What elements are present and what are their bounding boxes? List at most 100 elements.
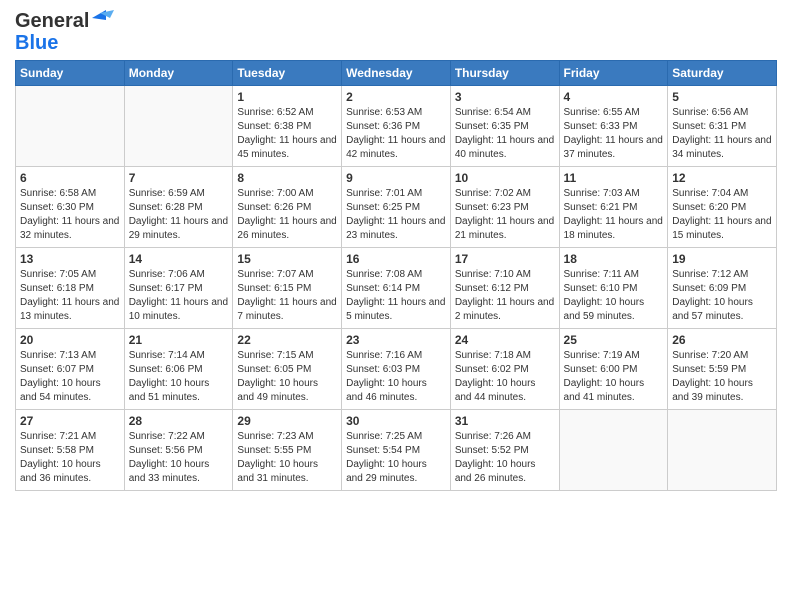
- day-cell: 11 Sunrise: 7:03 AMSunset: 6:21 PMDayligh…: [559, 167, 668, 248]
- day-cell: 6 Sunrise: 6:58 AMSunset: 6:30 PMDaylight…: [16, 167, 125, 248]
- day-info: Sunrise: 7:08 AMSunset: 6:14 PMDaylight:…: [346, 268, 446, 324]
- day-info: Sunrise: 7:13 AMSunset: 6:07 PMDaylight:…: [20, 349, 120, 405]
- day-number: 26: [672, 333, 772, 347]
- day-info: Sunrise: 7:16 AMSunset: 6:03 PMDaylight:…: [346, 349, 446, 405]
- logo-wrapper: GeneralBlue: [15, 10, 122, 54]
- day-cell: 1 Sunrise: 6:52 AMSunset: 6:38 PMDaylight…: [233, 86, 342, 167]
- day-number: 6: [20, 171, 120, 185]
- day-cell: 10 Sunrise: 7:02 AMSunset: 6:23 PMDayligh…: [450, 167, 559, 248]
- day-number: 17: [455, 252, 555, 266]
- day-info: Sunrise: 7:15 AMSunset: 6:05 PMDaylight:…: [237, 349, 337, 405]
- day-cell: 30 Sunrise: 7:25 AMSunset: 5:54 PMDayligh…: [342, 410, 451, 491]
- day-info: Sunrise: 7:03 AMSunset: 6:21 PMDaylight:…: [564, 187, 664, 243]
- day-number: 27: [20, 414, 120, 428]
- day-cell: 19Sunrise: 7:12 AMSunset: 6:09 PMDayligh…: [668, 248, 777, 329]
- day-info: Sunrise: 7:06 AMSunset: 6:17 PMDaylight:…: [129, 268, 229, 324]
- day-cell: 15 Sunrise: 7:07 AMSunset: 6:15 PMDayligh…: [233, 248, 342, 329]
- calendar-table: SundayMondayTuesdayWednesdayThursdayFrid…: [15, 60, 777, 491]
- day-cell: 20 Sunrise: 7:13 AMSunset: 6:07 PMDayligh…: [16, 329, 125, 410]
- day-info: Sunrise: 6:52 AMSunset: 6:38 PMDaylight:…: [237, 106, 337, 162]
- day-info: Sunrise: 7:25 AMSunset: 5:54 PMDaylight:…: [346, 430, 446, 486]
- day-info: Sunrise: 7:10 AMSunset: 6:12 PMDaylight:…: [455, 268, 555, 324]
- day-cell: 3 Sunrise: 6:54 AMSunset: 6:35 PMDaylight…: [450, 86, 559, 167]
- day-info: Sunrise: 7:12 AMSunset: 6:09 PMDaylight:…: [672, 268, 772, 324]
- day-number: 24: [455, 333, 555, 347]
- day-number: 3: [455, 90, 555, 104]
- day-info: Sunrise: 7:11 AMSunset: 6:10 PMDaylight:…: [564, 268, 664, 324]
- day-number: 8: [237, 171, 337, 185]
- day-info: Sunrise: 7:19 AMSunset: 6:00 PMDaylight:…: [564, 349, 664, 405]
- weekday-header-monday: Monday: [124, 61, 233, 86]
- day-number: 14: [129, 252, 229, 266]
- day-cell: 23Sunrise: 7:16 AMSunset: 6:03 PMDayligh…: [342, 329, 451, 410]
- day-cell: 28Sunrise: 7:22 AMSunset: 5:56 PMDayligh…: [124, 410, 233, 491]
- day-info: Sunrise: 6:53 AMSunset: 6:36 PMDaylight:…: [346, 106, 446, 162]
- day-number: 18: [564, 252, 664, 266]
- day-cell: [559, 410, 668, 491]
- day-info: Sunrise: 6:56 AMSunset: 6:31 PMDaylight:…: [672, 106, 772, 162]
- day-cell: 26 Sunrise: 7:20 AMSunset: 5:59 PMDayligh…: [668, 329, 777, 410]
- day-number: 22: [237, 333, 337, 347]
- week-row-5: 27Sunrise: 7:21 AMSunset: 5:58 PMDayligh…: [16, 410, 777, 491]
- day-info: Sunrise: 7:01 AMSunset: 6:25 PMDaylight:…: [346, 187, 446, 243]
- day-number: 10: [455, 171, 555, 185]
- day-cell: 12 Sunrise: 7:04 AMSunset: 6:20 PMDayligh…: [668, 167, 777, 248]
- day-info: Sunrise: 7:07 AMSunset: 6:15 PMDaylight:…: [237, 268, 337, 324]
- day-number: 31: [455, 414, 555, 428]
- day-cell: 14 Sunrise: 7:06 AMSunset: 6:17 PMDayligh…: [124, 248, 233, 329]
- day-cell: 2 Sunrise: 6:53 AMSunset: 6:36 PMDaylight…: [342, 86, 451, 167]
- day-info: Sunrise: 7:14 AMSunset: 6:06 PMDaylight:…: [129, 349, 229, 405]
- day-cell: 16Sunrise: 7:08 AMSunset: 6:14 PMDayligh…: [342, 248, 451, 329]
- day-info: Sunrise: 7:22 AMSunset: 5:56 PMDaylight:…: [129, 430, 229, 486]
- day-number: 9: [346, 171, 446, 185]
- calendar-container: GeneralBlue SundayMondayTuesdayWednesday…: [0, 0, 792, 496]
- day-number: 11: [564, 171, 664, 185]
- day-cell: 24 Sunrise: 7:18 AMSunset: 6:02 PMDayligh…: [450, 329, 559, 410]
- day-info: Sunrise: 7:00 AMSunset: 6:26 PMDaylight:…: [237, 187, 337, 243]
- day-cell: 18 Sunrise: 7:11 AMSunset: 6:10 PMDayligh…: [559, 248, 668, 329]
- day-number: 5: [672, 90, 772, 104]
- day-number: 20: [20, 333, 120, 347]
- day-cell: 29Sunrise: 7:23 AMSunset: 5:55 PMDayligh…: [233, 410, 342, 491]
- day-info: Sunrise: 7:20 AMSunset: 5:59 PMDaylight:…: [672, 349, 772, 405]
- day-cell: 21 Sunrise: 7:14 AMSunset: 6:06 PMDayligh…: [124, 329, 233, 410]
- day-info: Sunrise: 6:54 AMSunset: 6:35 PMDaylight:…: [455, 106, 555, 162]
- day-cell: [124, 86, 233, 167]
- day-info: Sunrise: 7:04 AMSunset: 6:20 PMDaylight:…: [672, 187, 772, 243]
- week-row-1: 1 Sunrise: 6:52 AMSunset: 6:38 PMDaylight…: [16, 86, 777, 167]
- logo: GeneralBlue: [15, 10, 122, 54]
- logo-blue-text: Blue: [15, 32, 58, 54]
- day-number: 21: [129, 333, 229, 347]
- header: GeneralBlue: [15, 10, 777, 54]
- day-cell: [668, 410, 777, 491]
- weekday-header-thursday: Thursday: [450, 61, 559, 86]
- day-cell: 5 Sunrise: 6:56 AMSunset: 6:31 PMDaylight…: [668, 86, 777, 167]
- day-cell: 31 Sunrise: 7:26 AMSunset: 5:52 PMDayligh…: [450, 410, 559, 491]
- day-cell: 9 Sunrise: 7:01 AMSunset: 6:25 PMDaylight…: [342, 167, 451, 248]
- day-cell: 22 Sunrise: 7:15 AMSunset: 6:05 PMDayligh…: [233, 329, 342, 410]
- day-number: 1: [237, 90, 337, 104]
- day-number: 2: [346, 90, 446, 104]
- day-number: 7: [129, 171, 229, 185]
- day-cell: 13Sunrise: 7:05 AMSunset: 6:18 PMDayligh…: [16, 248, 125, 329]
- day-info: Sunrise: 7:02 AMSunset: 6:23 PMDaylight:…: [455, 187, 555, 243]
- week-row-2: 6 Sunrise: 6:58 AMSunset: 6:30 PMDaylight…: [16, 167, 777, 248]
- day-cell: 7 Sunrise: 6:59 AMSunset: 6:28 PMDaylight…: [124, 167, 233, 248]
- day-number: 13: [20, 252, 120, 266]
- day-number: 15: [237, 252, 337, 266]
- day-info: Sunrise: 6:58 AMSunset: 6:30 PMDaylight:…: [20, 187, 120, 243]
- day-cell: 17 Sunrise: 7:10 AMSunset: 6:12 PMDayligh…: [450, 248, 559, 329]
- day-number: 12: [672, 171, 772, 185]
- week-row-3: 13Sunrise: 7:05 AMSunset: 6:18 PMDayligh…: [16, 248, 777, 329]
- day-info: Sunrise: 7:18 AMSunset: 6:02 PMDaylight:…: [455, 349, 555, 405]
- day-number: 25: [564, 333, 664, 347]
- day-cell: 4 Sunrise: 6:55 AMSunset: 6:33 PMDaylight…: [559, 86, 668, 167]
- day-cell: [16, 86, 125, 167]
- day-info: Sunrise: 6:59 AMSunset: 6:28 PMDaylight:…: [129, 187, 229, 243]
- day-info: Sunrise: 7:26 AMSunset: 5:52 PMDaylight:…: [455, 430, 555, 486]
- day-number: 4: [564, 90, 664, 104]
- weekday-header-tuesday: Tuesday: [233, 61, 342, 86]
- day-info: Sunrise: 6:55 AMSunset: 6:33 PMDaylight:…: [564, 106, 664, 162]
- day-number: 30: [346, 414, 446, 428]
- logo-bird-svg: [92, 10, 122, 32]
